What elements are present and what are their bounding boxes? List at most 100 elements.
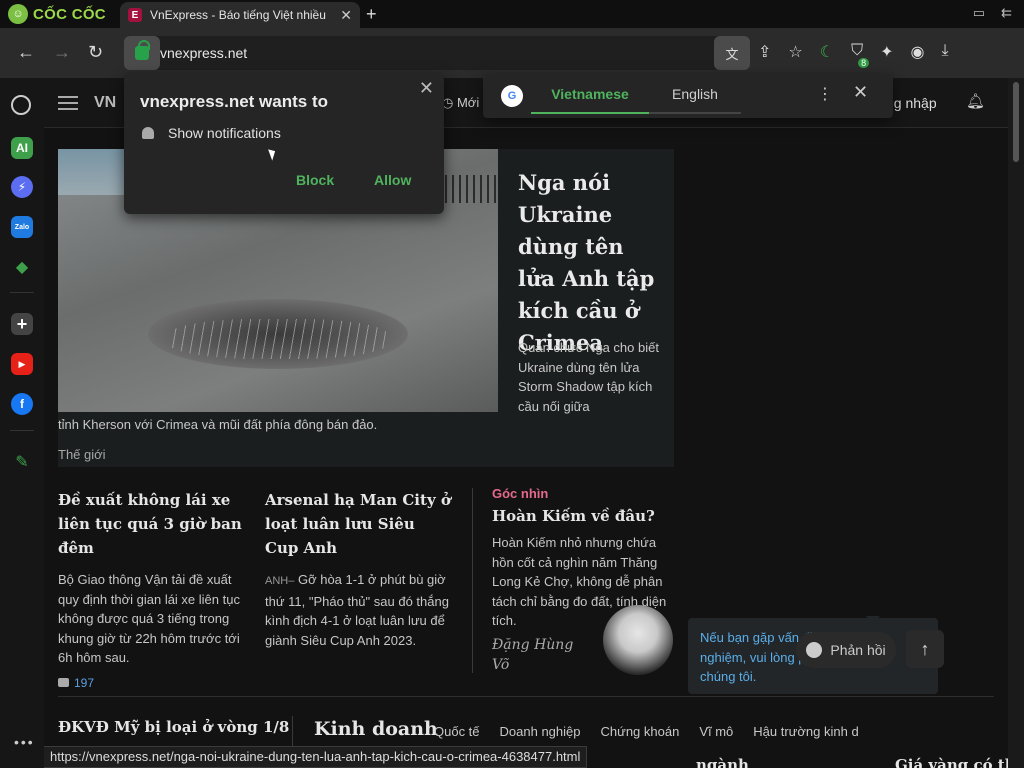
feedback-button[interactable]: Phản hồi <box>796 632 896 668</box>
nav-new-label: Mới <box>456 95 480 110</box>
messenger-icon[interactable]: ⚡ <box>11 176 33 198</box>
featured-description-cont: tỉnh Kherson với Crimea và mũi đất phía … <box>58 417 378 432</box>
opinion-author[interactable]: Đặng Hùng Võ <box>492 635 582 675</box>
comment-count-value: 197 <box>74 675 95 690</box>
feedback-button-label: Phản hồi <box>830 642 886 658</box>
section-tab[interactable]: Vĩ mô <box>699 724 733 739</box>
chat-icon <box>806 642 823 658</box>
opinion-title[interactable]: Hoàn Kiếm về đâu? <box>492 507 682 525</box>
featured-title[interactable]: Nga nói Ukraine dùng tên lửa Anh tập kíc… <box>518 167 658 359</box>
browser-logo-text: CỐC CỐC <box>33 5 106 23</box>
browser-toolbar: ← → ↻ vnexpress.net 文 ⇪ ☆ ☾ ⛉ 8 ✦ ◉ ⤓ <box>0 28 1024 78</box>
bell-icon[interactable]: 🔔︎ <box>966 92 985 110</box>
tab-bar: ☺ CỐC CỐC E VnExpress - Báo tiếng Việt n… <box>0 0 1024 28</box>
article-description: Bộ Giao thông Vận tải đề xuất quy định t… <box>58 572 240 665</box>
youtube-icon[interactable]: ▶ <box>11 353 33 375</box>
image-railing <box>438 175 498 203</box>
back-icon[interactable]: ← <box>17 42 35 63</box>
section-tab[interactable]: Doanh nghiệp <box>500 724 581 739</box>
translate-close-icon[interactable]: ✕ <box>853 82 868 103</box>
scroll-top-icon[interactable]: ↑ <box>906 630 944 668</box>
add-icon[interactable]: + <box>11 313 33 335</box>
featured-description: Quan chức Nga cho biết Ukraine dùng tên … <box>518 340 659 414</box>
target-language-tab[interactable]: English <box>649 74 741 114</box>
translate-icon[interactable]: 文 <box>714 36 750 70</box>
article-card[interactable]: Arsenal hạ Man City ở loạt luân lưu Siêu… <box>265 488 451 650</box>
block-button[interactable]: Block <box>296 172 334 188</box>
zalo-icon[interactable]: Zalo <box>11 216 33 238</box>
image-rebar <box>168 319 388 359</box>
menu-icon[interactable] <box>58 96 78 110</box>
comment-icon <box>58 678 69 687</box>
more-options-icon[interactable]: ⋮ <box>817 84 833 104</box>
tab-menu-icon[interactable]: ⇇ <box>1001 5 1012 21</box>
article-title[interactable]: Đề xuất không lái xe liên tục quá 3 giờ … <box>58 488 244 560</box>
extension-badge: 8 <box>858 58 870 68</box>
notification-permission-popup: vnexpress.net wants to ✕ Show notificati… <box>124 74 444 214</box>
extensions-puzzle-icon[interactable]: ✦ <box>880 42 893 62</box>
share-icon[interactable]: ⇪ <box>758 42 771 62</box>
section-tab[interactable]: Chứng khoán <box>601 724 680 739</box>
ai-icon[interactable]: AI <box>11 137 33 159</box>
article-title-text: Giá vàng có thể tăng trong <box>894 756 1008 768</box>
section-tab[interactable]: Quốc tế <box>434 724 480 739</box>
search-tabs-icon[interactable]: ▭ <box>973 5 985 21</box>
section-title[interactable]: Kinh doanh <box>314 718 438 740</box>
coccoc-extra-icon[interactable]: ✎ <box>11 451 33 473</box>
site-info-button[interactable] <box>124 36 160 70</box>
sidebar-divider <box>10 430 34 431</box>
popup-title: vnexpress.net wants to <box>140 92 329 111</box>
permission-row: Show notifications <box>142 125 281 141</box>
sidebar-divider <box>10 292 34 293</box>
vnexpress-favicon-icon: E <box>128 8 142 22</box>
article-card[interactable]: Đề xuất không lái xe liên tục quá 3 giờ … <box>58 488 244 690</box>
section-tabs: Quốc tế Doanh nghiệp Chứng khoán Vĩ mô H… <box>434 724 859 739</box>
lock-icon <box>135 40 150 60</box>
address-bar[interactable]: vnexpress.net 文 <box>124 36 750 70</box>
article-title[interactable]: ĐKVĐ Mỹ bị loại ở vòng 1/8 <box>58 718 289 736</box>
permission-text: Show notifications <box>168 125 281 141</box>
comment-count[interactable]: 197 <box>58 676 244 690</box>
feedback-pointer <box>866 616 880 623</box>
coccoc-logo[interactable]: ☺ CỐC CỐC <box>8 3 106 25</box>
author-avatar[interactable] <box>603 605 673 675</box>
translate-popup: G Vietnamese English ⋮ ✕ <box>483 74 893 118</box>
nav-new[interactable]: ◷ Mới <box>442 95 479 111</box>
popup-close-icon[interactable]: ✕ <box>419 78 434 99</box>
featured-category[interactable]: Thế giới <box>58 447 106 462</box>
site-logo[interactable]: VN <box>94 94 116 112</box>
more-icon[interactable]: ••• <box>14 734 35 750</box>
google-translate-icon: G <box>501 85 523 107</box>
article-title[interactable]: ngành Giá vàng có thể tăng trong <box>696 756 1008 768</box>
article-location: ANH– <box>265 575 295 587</box>
section-divider <box>58 696 994 697</box>
opinion-label[interactable]: Góc nhìn <box>492 486 682 501</box>
section-tab[interactable]: Hậu trường kinh d <box>753 724 858 739</box>
scrollbar-thumb[interactable] <box>1013 82 1019 162</box>
allow-button[interactable]: Allow <box>374 172 411 188</box>
article-description: ANH– Gỡ hòa 1-1 ở phút bù giờ thứ 11, "P… <box>265 570 451 650</box>
login-link[interactable]: ng nhập <box>886 95 937 111</box>
tab-close-icon[interactable]: ✕ <box>340 7 352 24</box>
article-title[interactable]: Arsenal hạ Man City ở loạt luân lưu Siêu… <box>265 488 451 560</box>
tab-title: VnExpress - Báo tiếng Việt nhiều <box>150 8 326 22</box>
active-tab[interactable]: E VnExpress - Báo tiếng Việt nhiều ✕ <box>120 2 360 28</box>
facebook-icon[interactable]: f <box>11 393 33 415</box>
bookmark-star-icon[interactable]: ☆ <box>788 42 802 62</box>
download-icon[interactable]: ⤓ <box>941 42 948 62</box>
shield-icon[interactable]: ⛉ 8 <box>851 42 870 68</box>
url-text[interactable]: vnexpress.net <box>160 45 247 61</box>
partial-text: ngành <box>696 756 749 768</box>
status-url: https://vnexpress.net/nga-noi-ukraine-du… <box>44 746 588 768</box>
game-icon[interactable]: ◆ <box>11 256 33 278</box>
new-tab-icon[interactable]: + <box>366 4 377 25</box>
history-icon[interactable] <box>11 95 31 115</box>
source-language-tab[interactable]: Vietnamese <box>531 74 649 114</box>
column-divider <box>472 488 473 673</box>
reload-icon[interactable]: ↻ <box>88 42 103 63</box>
profile-icon[interactable]: ◉ <box>911 42 925 62</box>
dark-mode-icon[interactable]: ☾ <box>820 42 834 62</box>
page-scrollbar[interactable] <box>1008 78 1024 768</box>
forward-icon[interactable]: → <box>53 42 71 63</box>
bell-icon <box>142 127 154 139</box>
